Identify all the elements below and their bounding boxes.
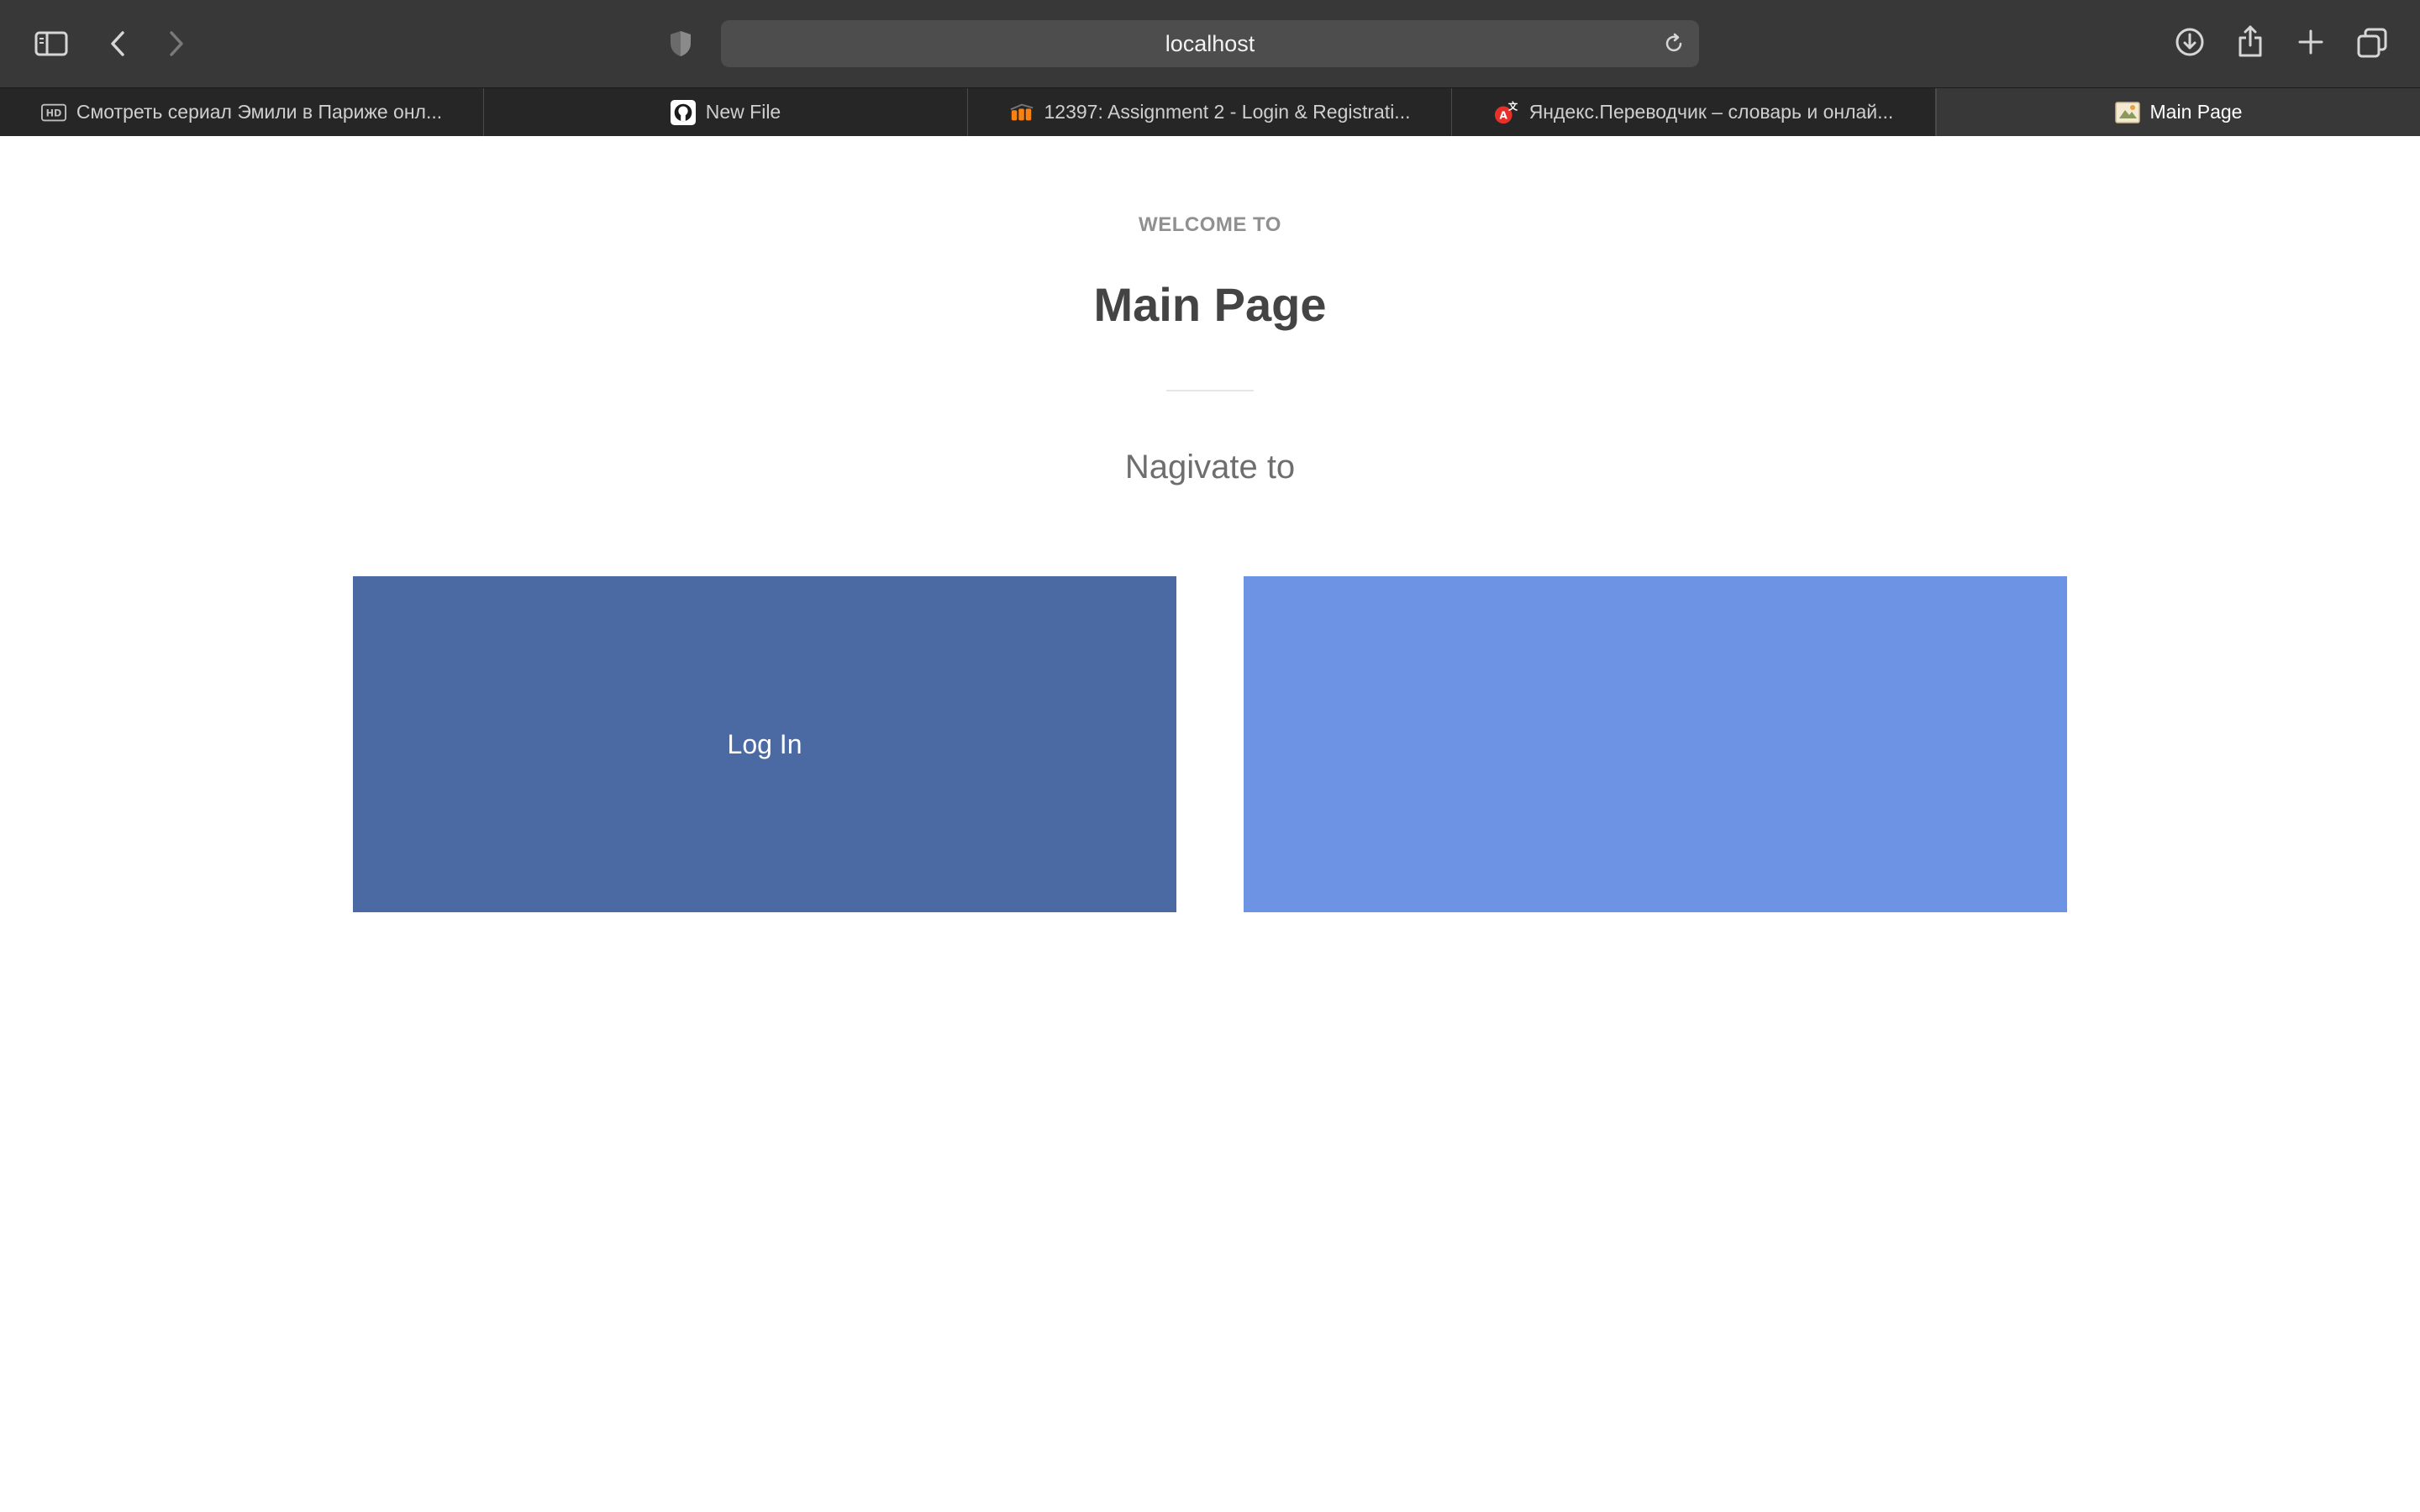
shield-icon[interactable] bbox=[666, 25, 696, 62]
forward-icon[interactable] bbox=[161, 25, 192, 62]
browser-toolbar: localhost bbox=[0, 0, 2420, 87]
url-text: localhost bbox=[1165, 30, 1255, 56]
title-divider bbox=[1166, 390, 1254, 391]
tab-overview-icon[interactable] bbox=[2354, 25, 2390, 60]
tab-emily-in-paris[interactable]: HD Смотреть сериал Эмили в Париже онл... bbox=[0, 88, 484, 136]
download-icon[interactable] bbox=[2171, 24, 2208, 60]
welcome-eyebrow: WELCOME TO bbox=[1139, 213, 1281, 236]
yandex-translate-icon: A文 bbox=[1494, 100, 1519, 125]
register-card[interactable] bbox=[1244, 576, 2067, 912]
share-icon[interactable] bbox=[2233, 22, 2267, 60]
page-title: Main Page bbox=[1093, 278, 1327, 331]
back-icon[interactable] bbox=[103, 25, 133, 62]
tab-new-file[interactable]: New File bbox=[484, 88, 968, 136]
tab-yandex-translate[interactable]: A文 Яндекс.Переводчик – словарь и онлай..… bbox=[1452, 88, 1936, 136]
tab-label: 12397: Assignment 2 - Login & Registrati… bbox=[1044, 101, 1411, 123]
login-card-label: Log In bbox=[727, 728, 802, 759]
moodle-icon bbox=[1009, 100, 1034, 125]
hd-icon: HD bbox=[40, 100, 66, 125]
page-subtitle: Nagivate to bbox=[1124, 449, 1296, 486]
login-card[interactable]: Log In bbox=[353, 576, 1176, 912]
svg-text:HD: HD bbox=[45, 108, 61, 118]
new-tab-icon[interactable] bbox=[2294, 25, 2328, 59]
tab-main-page[interactable]: Main Page bbox=[1936, 88, 2420, 136]
sidebar-icon[interactable] bbox=[32, 25, 71, 62]
tab-label: New File bbox=[705, 101, 781, 123]
page-icon bbox=[2114, 100, 2140, 125]
github-icon bbox=[670, 99, 696, 125]
reload-icon[interactable] bbox=[1660, 30, 1687, 57]
address-bar[interactable]: localhost bbox=[721, 20, 1699, 67]
svg-text:A: A bbox=[1499, 109, 1507, 121]
svg-text:文: 文 bbox=[1508, 100, 1518, 112]
tab-assignment[interactable]: 12397: Assignment 2 - Login & Registrati… bbox=[968, 88, 1452, 136]
tab-label: Яндекс.Переводчик – словарь и онлай... bbox=[1528, 101, 1894, 123]
web-content: WELCOME TO Main Page Nagivate to Log In bbox=[0, 136, 2420, 1512]
tab-bar: HD Смотреть сериал Эмили в Париже онл...… bbox=[0, 87, 2420, 136]
tab-label: Смотреть сериал Эмили в Париже онл... bbox=[76, 101, 443, 123]
tab-label: Main Page bbox=[2149, 101, 2243, 123]
